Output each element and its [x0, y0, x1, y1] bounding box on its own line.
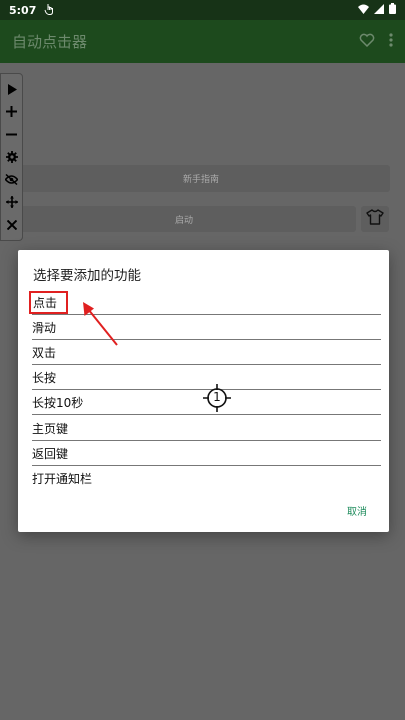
- cancel-button[interactable]: 取消: [347, 503, 367, 518]
- option-click[interactable]: 点击: [29, 290, 381, 315]
- option-double-click[interactable]: 双击: [32, 340, 381, 365]
- option-label: 打开通知栏: [32, 472, 93, 486]
- guide-button[interactable]: 新手指南: [12, 165, 390, 192]
- app-title: 自动点击器: [12, 33, 88, 51]
- option-label: 长按: [32, 370, 57, 385]
- option-back-key[interactable]: 返回键: [32, 441, 381, 466]
- option-label: 主页键: [32, 421, 69, 436]
- shirt-icon: [366, 209, 384, 229]
- wifi-icon: [358, 4, 369, 17]
- play-icon[interactable]: [3, 80, 21, 98]
- start-button[interactable]: 启动: [12, 206, 356, 232]
- battery-icon: [389, 3, 396, 17]
- marker-label: 1: [213, 390, 221, 404]
- option-label: 点击: [29, 290, 69, 314]
- option-open-notification[interactable]: 打开通知栏: [32, 466, 381, 491]
- option-label: 长按10秒: [32, 395, 84, 410]
- plus-icon[interactable]: [3, 103, 21, 121]
- status-bar: 5:07: [0, 0, 405, 20]
- theme-button[interactable]: [361, 206, 389, 232]
- heart-icon[interactable]: [359, 32, 375, 51]
- option-label: 滑动: [32, 320, 57, 335]
- gear-icon[interactable]: [3, 148, 21, 166]
- status-time: 5:07: [9, 3, 37, 17]
- minus-icon[interactable]: [3, 125, 21, 143]
- touch-hand-icon: [44, 3, 55, 18]
- app-bar: 自动点击器: [0, 20, 405, 63]
- move-icon[interactable]: [3, 193, 21, 211]
- floating-toolbar: [0, 73, 23, 241]
- signal-icon: [374, 3, 384, 17]
- eye-off-icon[interactable]: [3, 171, 21, 189]
- close-icon[interactable]: [3, 216, 21, 234]
- option-label: 返回键: [32, 446, 69, 461]
- dialog-title: 选择要添加的功能: [33, 268, 141, 284]
- more-vert-icon[interactable]: [389, 32, 393, 51]
- option-label: 双击: [32, 345, 57, 360]
- option-home-key[interactable]: 主页键: [32, 416, 381, 441]
- click-target-marker[interactable]: 1: [203, 384, 231, 412]
- option-swipe[interactable]: 滑动: [32, 315, 381, 340]
